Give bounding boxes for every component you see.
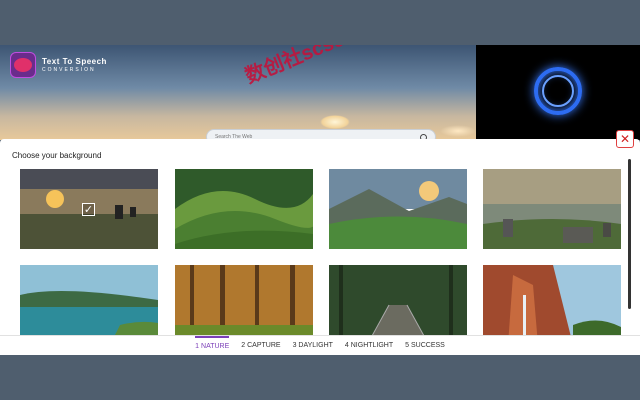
logo-icon (10, 52, 36, 78)
tile-mountain-valley[interactable] (329, 169, 467, 249)
category-tabs: 1 NATURE 2 CAPTURE 3 DAYLIGHT 4 NIGHTLIG… (0, 335, 640, 355)
app-title: Text To Speech (42, 56, 107, 66)
selected-check-icon: ✓ (82, 203, 95, 216)
voice-visualizer (476, 45, 640, 140)
tab-nature[interactable]: 1 NATURE (195, 336, 230, 355)
tab-nightlight[interactable]: 4 NIGHTLIGHT (345, 337, 393, 354)
tile-red-cliffs[interactable] (483, 265, 621, 345)
tile-rocky-plateau[interactable] (483, 169, 621, 249)
tile-sunset-fields[interactable]: ✓ (20, 169, 158, 249)
tab-success[interactable]: 5 SUCCESS (405, 337, 445, 354)
tile-autumn-forest[interactable] (175, 265, 313, 345)
close-icon[interactable]: ✕ (616, 130, 634, 148)
horizon-glow (440, 125, 476, 137)
panel-title: Choose your background (12, 151, 102, 160)
panel-scrollbar[interactable] (628, 159, 631, 309)
visualizer-inner-ring-icon (542, 75, 574, 107)
tab-daylight[interactable]: 3 DAYLIGHT (293, 337, 333, 354)
app-subtitle: CONVERSION (42, 66, 96, 73)
app-logo[interactable]: Text To Speech CONVERSION (10, 52, 107, 78)
background-chooser-panel: Choose your background ✓ (0, 139, 640, 355)
tile-lake-coast[interactable] (20, 265, 158, 345)
tile-green-hills[interactable] (175, 169, 313, 249)
tile-forest-bridge[interactable] (329, 265, 467, 345)
app-frame: Text To Speech CONVERSION 数创社scs66 Choos… (0, 45, 640, 355)
tab-capture[interactable]: 2 CAPTURE (241, 337, 280, 354)
sun-glow (320, 115, 350, 129)
